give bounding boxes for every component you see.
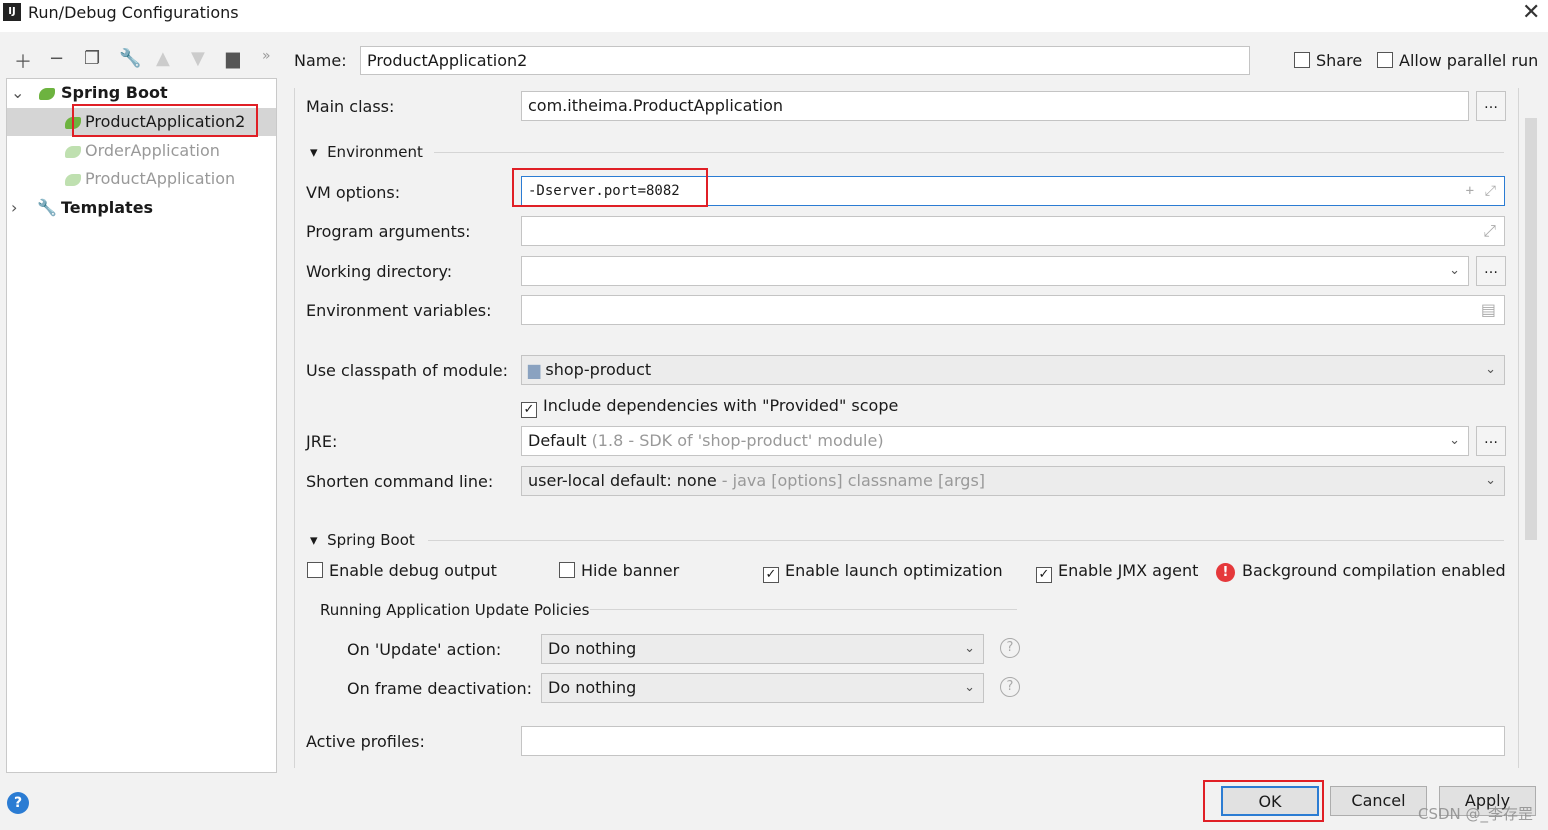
main-class-input[interactable]: com.itheima.ProductApplication [521,91,1469,121]
divider [434,152,1504,153]
highlight-box [1203,780,1324,822]
tree-label: ProductApplication [85,169,236,188]
tree-node-spring-boot[interactable]: ⌄ Spring Boot [7,79,276,107]
highlight-box [72,104,258,137]
debug-checkbox[interactable]: Enable debug output [307,561,497,580]
browse-button[interactable]: … [1476,91,1506,121]
divider [428,540,1504,541]
update-action-select[interactable]: Do nothing ⌄ [541,634,984,664]
arrow-up-icon[interactable]: ▲ [156,48,170,69]
chevron-down-icon[interactable]: ⌄ [1449,257,1460,285]
tree-item[interactable]: ProductApplication [7,165,276,193]
program-arguments-label: Program arguments: [306,222,471,241]
environment-variables-input[interactable]: ▤ [521,295,1505,325]
chevron-down-icon: ⌄ [964,641,975,656]
module-label: Use classpath of module: [306,361,509,380]
watermark: CSDN @_李存罡 [1418,805,1534,823]
highlight-box [512,168,708,207]
browse-button[interactable]: … [1476,256,1506,286]
tree-node-templates[interactable]: › 🔧 Templates [7,194,276,222]
include-deps-checkbox[interactable]: ✓ Include dependencies with "Provided" sc… [521,396,898,418]
cancel-button[interactable]: Cancel [1330,786,1427,816]
wrench-icon[interactable]: 🔧 [119,48,141,69]
active-profiles-label: Active profiles: [306,732,425,751]
vm-options-label: VM options: [306,183,401,202]
copy-icon[interactable]: ❐ [84,48,100,69]
help-icon[interactable]: ? [7,792,29,814]
spring-boot-icon [65,173,81,186]
tree-item[interactable]: OrderApplication [7,137,276,165]
more-icon[interactable]: » [262,48,271,64]
arrow-down-icon[interactable]: ▼ [191,48,205,69]
chevron-down-icon: ⌄ [964,680,975,695]
chevron-down-icon: ⌄ [1485,473,1496,488]
folder-add-icon[interactable]: ▆ [226,48,240,69]
warning-icon: ! [1216,563,1235,582]
chevron-right-icon[interactable]: › [11,194,17,222]
plus-icon[interactable]: ＋ [14,48,32,74]
app-logo-icon: IJ [3,3,21,21]
tree-label: Templates [61,198,154,217]
close-icon[interactable]: ✕ [1522,0,1540,25]
help-icon[interactable]: ? [1000,677,1020,697]
jmx-checkbox[interactable]: ✓ Enable JMX agent [1036,561,1198,583]
chevron-down-icon: ⌄ [1485,362,1496,377]
policies-heading: Running Application Update Policies [320,601,590,619]
launch-optimization-checkbox[interactable]: ✓ Enable launch optimization [763,561,1003,583]
window-title: Run/Debug Configurations [28,3,239,22]
parallel-checkbox[interactable]: Allow parallel run [1377,51,1538,70]
expand-icon[interactable]: ⤢ [1485,177,1496,205]
name-input[interactable]: ProductApplication2 [360,46,1250,75]
wrench-icon: 🔧 [37,198,57,217]
active-profiles-input[interactable] [521,726,1505,756]
working-directory-input[interactable]: ⌄ [521,256,1469,286]
warning-status: ! Background compilation enabled [1216,561,1506,582]
environment-section[interactable]: ▾ Environment [310,143,423,161]
hide-banner-checkbox[interactable]: Hide banner [559,561,679,580]
spring-boot-icon [65,145,81,158]
shorten-label: Shorten command line: [306,472,494,491]
browse-button[interactable]: … [1476,426,1506,456]
working-directory-label: Working directory: [306,262,453,281]
jre-label: JRE: [306,432,338,451]
config-tree[interactable]: ⌄ Spring Boot ProductApplication2 OrderA… [6,78,277,773]
program-arguments-input[interactable]: ⤢ [521,216,1505,246]
shorten-select[interactable]: user-local default: none - java [options… [521,466,1505,496]
main-class-label: Main class: [306,97,395,116]
help-icon[interactable]: ? [1000,638,1020,658]
frame-deactivation-label: On frame deactivation: [347,679,532,698]
module-select[interactable]: ▆ shop-product ⌄ [521,355,1505,385]
tree-label: OrderApplication [85,141,220,160]
add-icon[interactable]: + [1466,177,1474,205]
spring-boot-icon [39,87,55,100]
tree-label: Spring Boot [61,83,168,102]
frame-deactivation-select[interactable]: Do nothing ⌄ [541,673,984,703]
scrollbar[interactable] [1525,118,1537,540]
divider [590,609,1017,610]
folder-icon: ▆ [528,360,541,379]
jre-input[interactable]: Default (1.8 - SDK of 'shop-product' mod… [521,426,1469,456]
minus-icon[interactable]: − [49,48,64,69]
chevron-down-icon[interactable]: ⌄ [1449,427,1460,455]
environment-variables-label: Environment variables: [306,301,492,320]
name-label: Name: [294,51,347,70]
share-checkbox[interactable]: Share [1294,51,1362,70]
update-action-label: On 'Update' action: [347,640,502,659]
chevron-down-icon[interactable]: ⌄ [11,79,24,107]
spring-boot-section[interactable]: ▾ Spring Boot [310,531,415,549]
document-icon[interactable]: ▤ [1481,296,1496,324]
expand-icon[interactable]: ⤢ [1483,217,1496,245]
